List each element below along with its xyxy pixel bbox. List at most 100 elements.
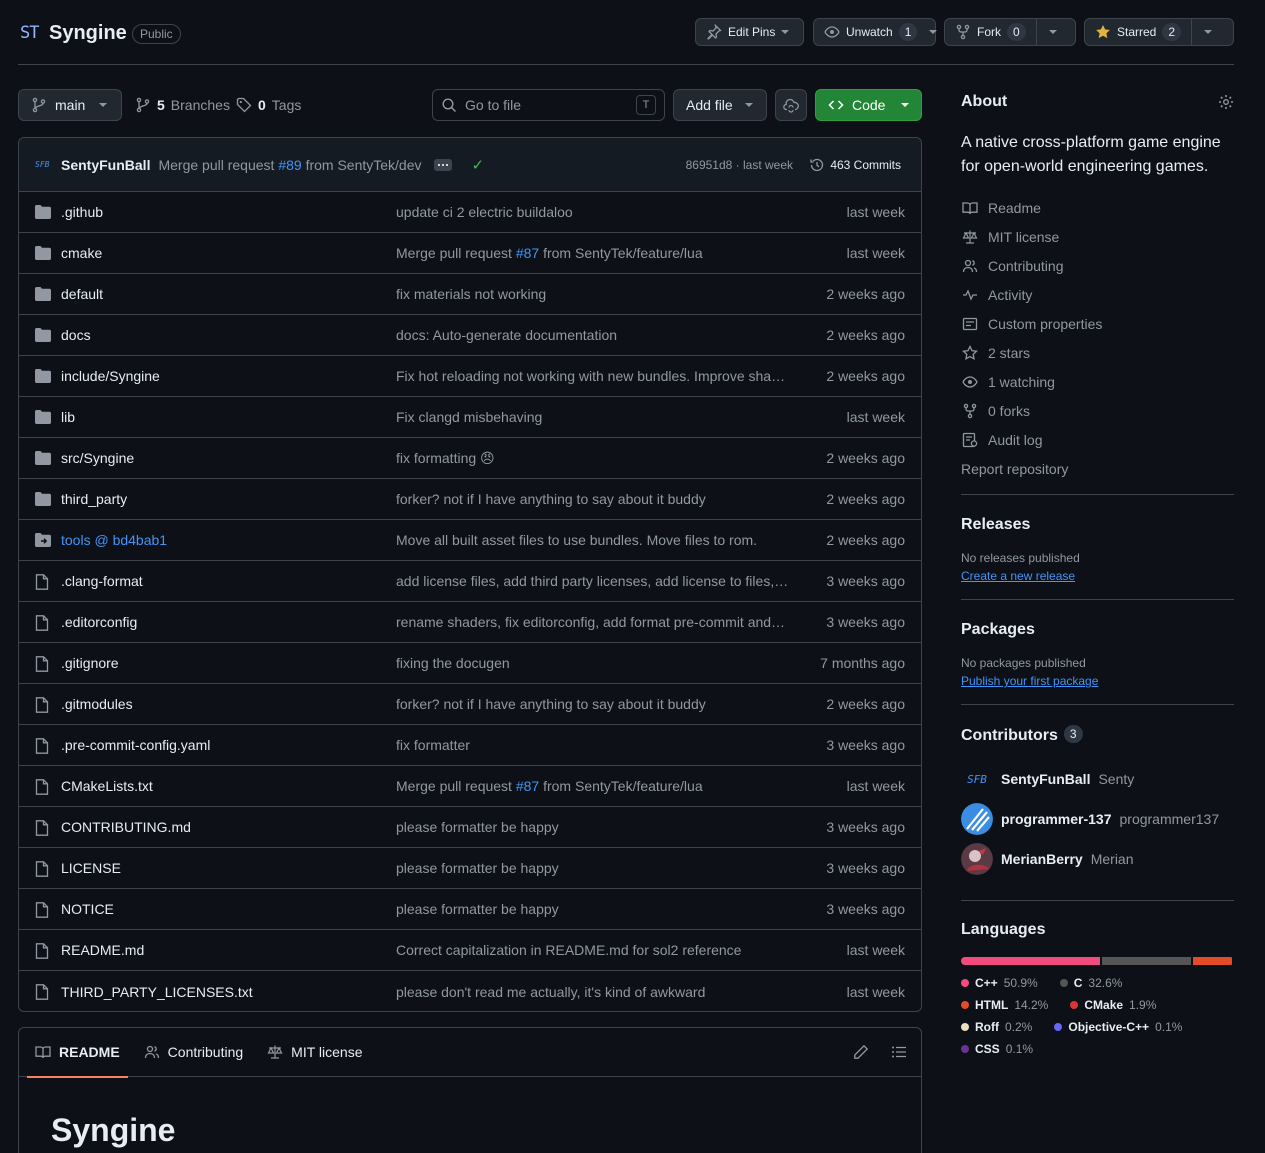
publish-package-link[interactable]: Publish your first package <box>961 674 1098 688</box>
about-link-1-watching[interactable]: 1 watching <box>961 367 1234 396</box>
about-link-contributing[interactable]: Contributing <box>961 251 1234 280</box>
about-link-2-stars[interactable]: 2 stars <box>961 338 1234 367</box>
file-name-link[interactable]: .clang-format <box>61 573 143 589</box>
star-dropdown[interactable] <box>1191 19 1224 45</box>
pull-request-link[interactable]: #89 <box>278 157 301 173</box>
contributor-item[interactable]: programmer-137 programmer137 <box>961 799 1234 839</box>
file-name-link[interactable]: CONTRIBUTING.md <box>61 819 191 835</box>
contributors-header[interactable]: Contributors 3 <box>961 725 1234 745</box>
file-name-link[interactable]: .pre-commit-config.yaml <box>61 737 210 753</box>
about-link-report-repository[interactable]: Report repository <box>961 454 1234 483</box>
unwatch-button[interactable]: Unwatch 1 <box>813 18 938 46</box>
file-name-link[interactable]: CMakeLists.txt <box>61 778 153 794</box>
add-file-button[interactable]: Add file <box>673 89 767 121</box>
contributor-item[interactable]: MerianBerry Merian <box>961 839 1234 879</box>
file-commit-message[interactable]: docs: Auto-generate documentation <box>396 327 791 343</box>
file-commit-message[interactable]: Correct capitalization in README.md for … <box>396 942 791 958</box>
about-link-readme[interactable]: Readme <box>961 193 1234 222</box>
file-commit-message[interactable]: Move all built asset files to use bundle… <box>396 532 791 548</box>
file-name-link[interactable]: LICENSE <box>61 860 121 876</box>
file-commit-message[interactable]: update ci 2 electric buildaloo <box>396 204 791 220</box>
tab-readme[interactable]: README <box>27 1028 128 1078</box>
go-to-file-input[interactable] <box>465 97 625 113</box>
branch-selector[interactable]: main <box>18 89 122 121</box>
language-item[interactable]: HTML 14.2% <box>961 997 1048 1013</box>
language-bar-segment[interactable] <box>1101 957 1191 965</box>
fork-button[interactable]: Fork 0 <box>945 19 1036 45</box>
pull-request-link[interactable]: #87 <box>516 778 539 794</box>
file-commit-message[interactable]: fix formatter <box>396 737 791 753</box>
file-name-link[interactable]: .gitignore <box>61 655 119 671</box>
file-commit-message[interactable]: forker? not if I have anything to say ab… <box>396 696 791 712</box>
author-avatar[interactable]: SFB <box>35 160 55 169</box>
create-release-link[interactable]: Create a new release <box>961 569 1075 583</box>
language-item[interactable]: C 32.6% <box>1059 975 1122 991</box>
commit-author[interactable]: SentyFunBall <box>61 157 150 173</box>
fork-dropdown[interactable] <box>1035 19 1069 45</box>
codespaces-button[interactable] <box>775 89 807 121</box>
check-icon[interactable]: ✓ <box>472 156 485 174</box>
file-name-link[interactable]: tools @ bd4bab1 <box>61 532 167 548</box>
tab-license[interactable]: MIT license <box>267 1028 363 1077</box>
file-commit-message[interactable]: rename shaders, fix editorconfig, add fo… <box>396 614 791 630</box>
file-name-link[interactable]: THIRD_PARTY_LICENSES.txt <box>61 984 253 1000</box>
file-name-link[interactable]: .editorconfig <box>61 614 137 630</box>
outline-list-icon[interactable] <box>891 1044 907 1060</box>
gear-icon[interactable] <box>1218 94 1234 110</box>
pencil-icon[interactable] <box>853 1044 869 1060</box>
language-item[interactable]: CSS 0.1% <box>961 1041 1033 1057</box>
language-bar-segment[interactable] <box>961 957 1100 965</box>
file-commit-message[interactable]: please don't read me actually, it's kind… <box>396 984 791 1000</box>
language-item[interactable]: Objective-C++ 0.1% <box>1054 1019 1182 1035</box>
language-item[interactable]: CMake 1.9% <box>1070 997 1156 1013</box>
contributor-item[interactable]: SFB SentyFunBall Senty <box>961 759 1234 799</box>
commits-link[interactable]: 463 Commits <box>809 157 901 173</box>
tags-link[interactable]: 0 Tags <box>236 89 301 121</box>
file-name-link[interactable]: cmake <box>61 245 102 261</box>
commit-message[interactable]: Merge pull request #89 from SentyTek/dev <box>158 157 421 173</box>
file-commit-message[interactable]: Merge pull request #87 from SentyTek/fea… <box>396 778 791 794</box>
pull-request-link[interactable]: #87 <box>516 245 539 261</box>
branches-link[interactable]: 5 Branches <box>135 89 230 121</box>
file-commit-message[interactable]: please formatter be happy <box>396 860 791 876</box>
file-commit-message[interactable]: fixing the docugen <box>396 655 791 671</box>
packages-heading[interactable]: Packages <box>961 621 1234 639</box>
about-link-mit-license[interactable]: MIT license <box>961 222 1234 251</box>
file-name-link[interactable]: include/Syngine <box>61 368 160 384</box>
file-commit-message[interactable]: forker? not if I have anything to say ab… <box>396 491 791 507</box>
edit-pins-button[interactable]: Edit Pins <box>695 18 804 46</box>
about-link-activity[interactable]: Activity <box>961 280 1234 309</box>
file-commit-message[interactable]: fix formatting 😠 <box>396 450 791 467</box>
file-name-link[interactable]: third_party <box>61 491 127 507</box>
file-commit-message[interactable]: fix materials not working <box>396 286 791 302</box>
file-commit-message[interactable]: Fix hot reloading not working with new b… <box>396 368 791 384</box>
file-name-link[interactable]: default <box>61 286 103 302</box>
code-button[interactable]: Code <box>815 89 922 121</box>
file-commit-message[interactable]: add license files, add third party licen… <box>396 573 791 589</box>
file-name-link[interactable]: .github <box>61 204 103 220</box>
file-name-link[interactable]: docs <box>61 327 91 343</box>
file-commit-message[interactable]: please formatter be happy <box>396 819 791 835</box>
releases-heading[interactable]: Releases <box>961 516 1234 534</box>
file-name-link[interactable]: src/Syngine <box>61 450 134 466</box>
language-percent: 0.1% <box>1155 1020 1183 1034</box>
tab-contributing[interactable]: Contributing <box>144 1028 243 1077</box>
language-bar-segment[interactable] <box>1192 957 1232 965</box>
file-name-link[interactable]: lib <box>61 409 75 425</box>
language-item[interactable]: C++ 50.9% <box>961 975 1038 991</box>
about-link-0-forks[interactable]: 0 forks <box>961 396 1234 425</box>
expand-commit-button[interactable] <box>433 158 452 171</box>
about-link-custom-properties[interactable]: Custom properties <box>961 309 1234 338</box>
commit-message-text: fix formatting <box>396 449 477 466</box>
repo-name[interactable]: Syngine <box>49 22 127 45</box>
file-name-link[interactable]: .gitmodules <box>61 696 133 712</box>
file-commit-message[interactable]: Fix clangd misbehaving <box>396 409 791 425</box>
commit-sha[interactable]: 86951d8 · last week <box>686 158 793 172</box>
file-commit-message[interactable]: Merge pull request #87 from SentyTek/fea… <box>396 245 791 261</box>
starred-button[interactable]: Starred 2 <box>1085 19 1191 45</box>
language-item[interactable]: Roff 0.2% <box>961 1019 1032 1035</box>
file-commit-message[interactable]: please formatter be happy <box>396 901 791 917</box>
about-link-audit-log[interactable]: Audit log <box>961 425 1234 454</box>
file-name-link[interactable]: NOTICE <box>61 901 114 917</box>
file-name-link[interactable]: README.md <box>61 942 144 958</box>
